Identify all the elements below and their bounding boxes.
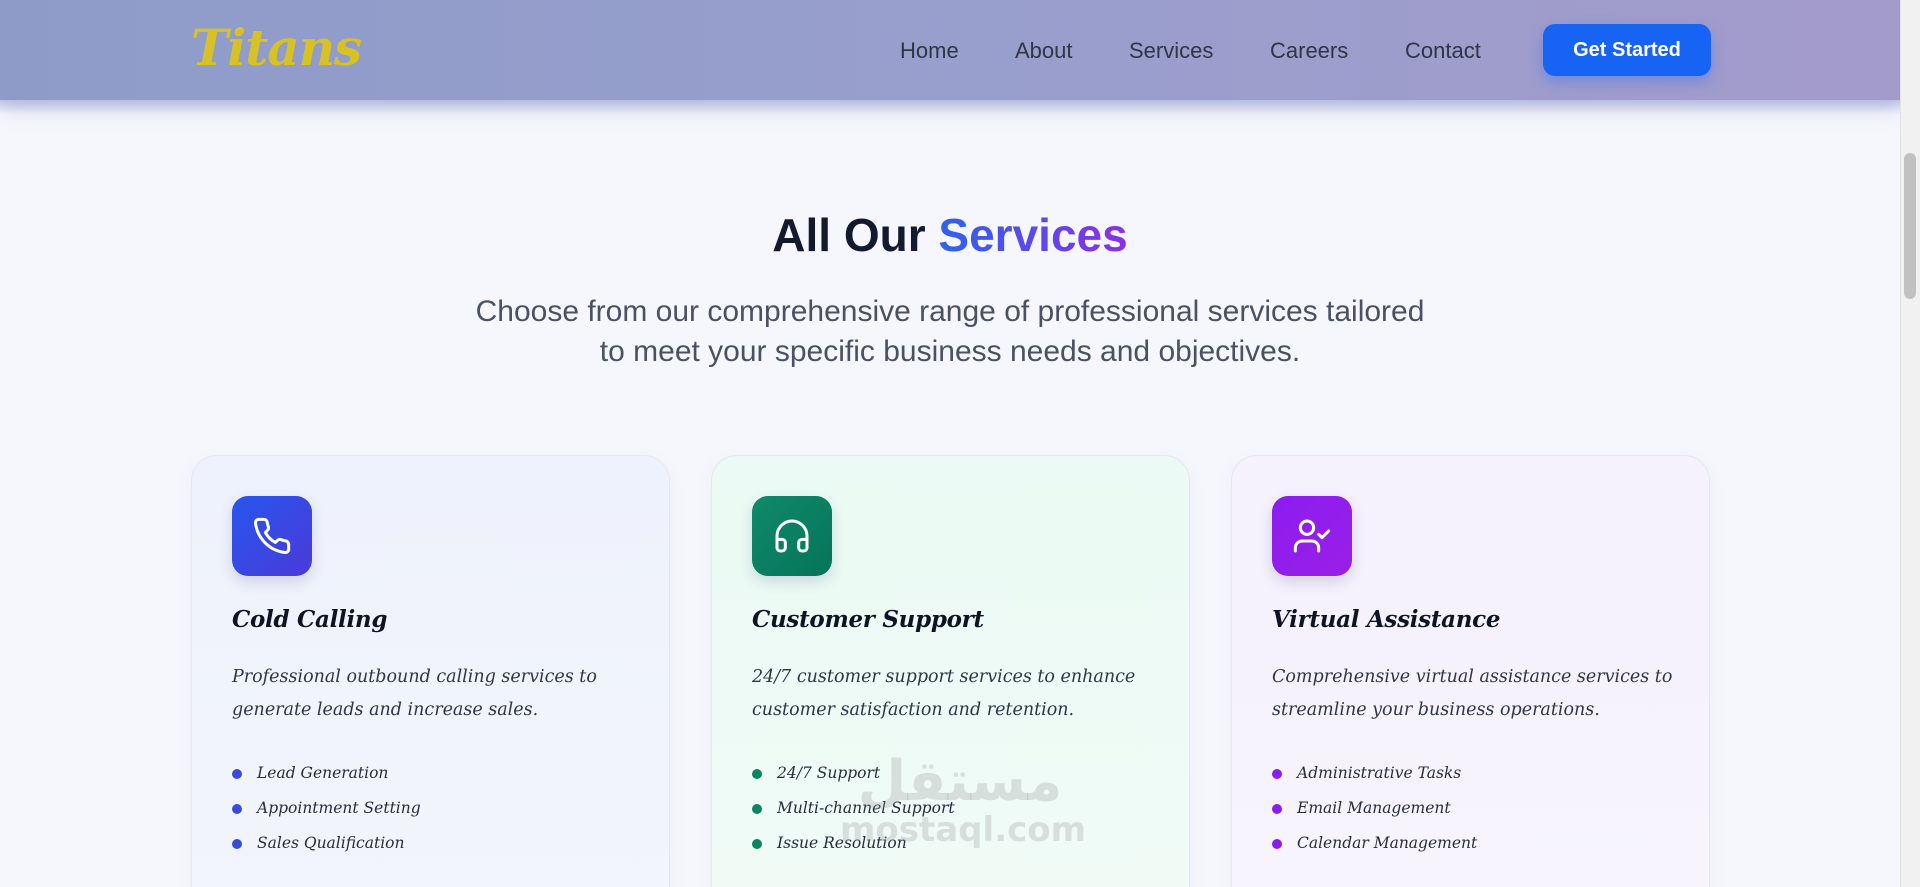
- nav-about[interactable]: About: [1015, 38, 1073, 64]
- bullet-dot-icon: [1272, 803, 1282, 814]
- feature-list: 24/7 Support Multi-channel Support Issue…: [752, 756, 955, 861]
- nav-services[interactable]: Services: [1129, 38, 1213, 64]
- feature-item: Lead Generation: [232, 756, 421, 791]
- title-prefix: All Our: [772, 209, 926, 261]
- section-title: All Our Services: [0, 208, 1900, 262]
- nav-careers[interactable]: Careers: [1270, 38, 1348, 64]
- get-started-button[interactable]: Get Started: [1543, 24, 1711, 76]
- feature-item: Multi-channel Support: [752, 791, 955, 826]
- user-check-icon: [1272, 496, 1352, 576]
- bullet-dot-icon: [752, 768, 762, 779]
- section-subtitle: Choose from our comprehensive range of p…: [475, 295, 1425, 368]
- card-title: Virtual Assistance: [1272, 606, 1501, 633]
- feature-item: Sales Qualification: [232, 826, 421, 861]
- card-description: 24/7 customer support services to enhanc…: [752, 667, 1136, 720]
- card-title: Cold Calling: [232, 606, 388, 633]
- feature-item: 24/7 Support: [752, 756, 955, 791]
- service-card-cold-calling[interactable]: Cold Calling Professional outbound calli…: [191, 455, 670, 887]
- bullet-dot-icon: [232, 838, 242, 849]
- feature-list: Lead Generation Appointment Setting Sale…: [232, 756, 421, 861]
- feature-item: Appointment Setting: [232, 791, 421, 826]
- service-card-virtual-assistance[interactable]: Virtual Assistance Comprehensive virtual…: [1231, 455, 1710, 887]
- bullet-dot-icon: [752, 803, 762, 814]
- bullet-dot-icon: [1272, 768, 1282, 779]
- scrollbar-track[interactable]: [1900, 0, 1920, 887]
- bullet-dot-icon: [232, 803, 242, 814]
- headset-icon: [752, 496, 832, 576]
- feature-item: Email Management: [1272, 791, 1477, 826]
- scrollbar-thumb[interactable]: [1904, 153, 1916, 299]
- card-title: Customer Support: [752, 606, 984, 633]
- bullet-dot-icon: [752, 838, 762, 849]
- card-description: Comprehensive virtual assistance service…: [1272, 667, 1673, 720]
- feature-item: Issue Resolution: [752, 826, 955, 861]
- phone-icon: [232, 496, 312, 576]
- brand-logo[interactable]: Titans: [191, 18, 362, 77]
- card-description: Professional outbound calling services t…: [232, 667, 597, 720]
- nav-contact[interactable]: Contact: [1405, 38, 1481, 64]
- bullet-dot-icon: [232, 768, 242, 779]
- feature-list: Administrative Tasks Email Management Ca…: [1272, 756, 1477, 861]
- title-accent: Services: [938, 209, 1128, 261]
- service-card-customer-support[interactable]: Customer Support 24/7 customer support s…: [711, 455, 1190, 887]
- bullet-dot-icon: [1272, 838, 1282, 849]
- feature-item: Administrative Tasks: [1272, 756, 1477, 791]
- feature-item: Calendar Management: [1272, 826, 1477, 861]
- top-navbar: Titans Home About Services Careers Conta…: [0, 0, 1900, 114]
- nav-home[interactable]: Home: [900, 38, 959, 64]
